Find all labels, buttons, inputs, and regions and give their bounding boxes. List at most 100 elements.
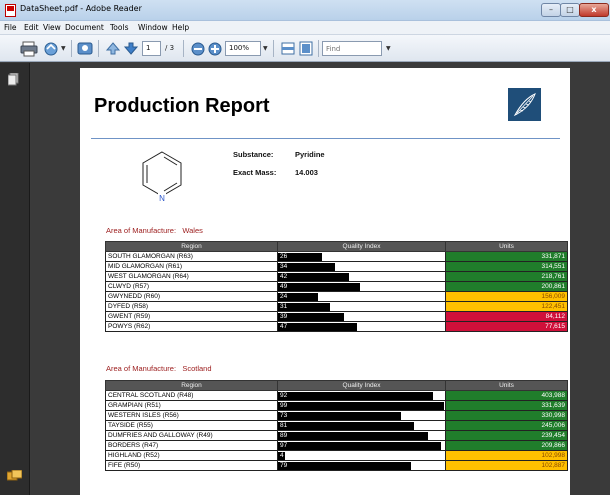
units-cell: 239,454 — [445, 430, 568, 441]
pyridine-structure-diagram: N — [142, 151, 182, 203]
region-cell: CLWYD (R57) — [105, 281, 278, 292]
quality-index-value: 81 — [280, 422, 288, 429]
table-row: FIFE (R50) 79 102,887 — [105, 460, 568, 471]
close-button[interactable]: x — [579, 3, 609, 17]
quality-index-cell: 49 — [277, 281, 446, 292]
share-icon[interactable] — [42, 40, 60, 57]
quality-index-value: 89 — [280, 432, 288, 439]
exact-mass-label: Exact Mass: — [233, 168, 277, 177]
quality-index-cell: 39 — [277, 311, 446, 322]
region-cell: WEST GLAMORGAN (R64) — [105, 271, 278, 282]
nitrogen-atom-label: N — [159, 194, 165, 203]
region-cell: CENTRAL SCOTLAND (R48) — [105, 390, 278, 401]
next-page-icon[interactable] — [122, 40, 140, 57]
quality-index-cell: 92 — [277, 390, 446, 401]
quality-index-column-header: Quality Index — [277, 380, 446, 391]
pages-panel-icon[interactable] — [8, 73, 19, 86]
units-cell: 218,761 — [445, 271, 568, 282]
table-row: GRAMPIAN (R51) 99 331,639 — [105, 400, 568, 411]
quality-index-value: 26 — [280, 253, 288, 260]
units-cell: 77,615 — [445, 321, 568, 332]
collaborate-icon[interactable] — [76, 40, 94, 57]
quality-index-value: 34 — [280, 263, 288, 270]
page-title: Production Report — [94, 95, 270, 117]
units-cell: 330,998 — [445, 410, 568, 421]
zoom-in-icon[interactable] — [206, 40, 224, 57]
region-cell: POWYS (R62) — [105, 321, 278, 332]
quality-index-cell: 99 — [277, 400, 446, 411]
toolbar-separator — [98, 40, 99, 57]
feather-logo — [508, 88, 541, 121]
menu-window[interactable]: Window — [138, 23, 168, 32]
units-column-header: Units — [445, 241, 568, 252]
quality-index-bar — [278, 323, 357, 331]
share-dropdown-icon[interactable]: ▼ — [61, 45, 66, 52]
attachments-icon[interactable] — [7, 470, 22, 482]
find-dropdown-icon[interactable]: ▼ — [386, 45, 391, 52]
quality-index-cell: 34 — [277, 261, 446, 272]
units-cell: 403,988 — [445, 390, 568, 401]
fit-page-icon[interactable] — [297, 40, 315, 57]
table-row: POWYS (R62) 47 77,615 — [105, 321, 568, 332]
quality-index-bar — [278, 273, 349, 281]
table-header-row: Region Quality Index Units — [105, 241, 568, 252]
minimize-button[interactable]: – — [541, 3, 561, 17]
quality-index-value: 4 — [280, 452, 284, 459]
menu-file[interactable]: File — [4, 23, 17, 32]
toolbar-separator — [71, 40, 72, 57]
table-header-row: Region Quality Index Units — [105, 380, 568, 391]
region-cell: GRAMPIAN (R51) — [105, 400, 278, 411]
units-cell: 314,551 — [445, 261, 568, 272]
table-row: GWYNEDD (R60) 24 156,009 — [105, 291, 568, 302]
units-cell: 200,861 — [445, 281, 568, 292]
quality-index-cell: 81 — [277, 420, 446, 431]
quality-index-bar — [278, 412, 401, 420]
wales-table-body: SOUTH GLAMORGAN (R63) 26 331,871 MID GLAMOR… — [105, 251, 568, 332]
quality-index-bar — [278, 422, 415, 430]
table-row: DYFED (R58) 31 122,451 — [105, 301, 568, 312]
maximize-button[interactable]: □ — [560, 3, 580, 17]
zoom-dropdown-icon[interactable]: ▼ — [263, 45, 268, 52]
region-cell: BORDERS (R47) — [105, 440, 278, 451]
quality-index-value: 24 — [280, 293, 288, 300]
quality-index-cell: 26 — [277, 251, 446, 262]
table-row: MID GLAMORGAN (R61) 34 314,551 — [105, 261, 568, 272]
region-cell: HIGHLAND (R52) — [105, 450, 278, 461]
area-label: Area of Manufacture: — [106, 364, 177, 373]
menu-help[interactable]: Help — [172, 23, 189, 32]
zoom-out-icon[interactable] — [189, 40, 207, 57]
units-cell: 122,451 — [445, 301, 568, 312]
table-row: CENTRAL SCOTLAND (R48) 92 403,988 — [105, 390, 568, 401]
quality-index-value: 99 — [280, 402, 288, 409]
find-input[interactable] — [322, 41, 382, 56]
quality-index-value: 92 — [280, 392, 288, 399]
quality-index-value: 79 — [280, 462, 288, 469]
previous-page-icon[interactable] — [104, 40, 122, 57]
toolbar-separator — [273, 40, 274, 57]
print-icon[interactable] — [20, 40, 38, 57]
menu-view[interactable]: View — [43, 23, 61, 32]
wales-production-table: Region Quality Index Units SOUTH GLAMORG… — [105, 241, 568, 332]
menu-tools[interactable]: Tools — [110, 23, 128, 32]
region-cell: TAYSIDE (R55) — [105, 420, 278, 431]
area-value: Scotland — [182, 364, 212, 373]
page-number-input[interactable]: 1 — [142, 41, 161, 56]
region-cell: GWYNEDD (R60) — [105, 291, 278, 302]
toolbar-separator — [183, 40, 184, 57]
area-of-manufacture-wales: Area of Manufacture: Wales — [106, 226, 203, 235]
area-value: Wales — [182, 226, 203, 235]
units-cell: 245,006 — [445, 420, 568, 431]
title-bar: DataSheet.pdf - Adobe Reader – □ x — [0, 0, 610, 21]
table-row: BORDERS (R47) 97 209,866 — [105, 440, 568, 451]
menu-edit[interactable]: Edit — [24, 23, 39, 32]
quality-index-bar — [278, 402, 445, 410]
fit-width-icon[interactable] — [279, 40, 297, 57]
units-cell: 84,112 — [445, 311, 568, 322]
menu-document[interactable]: Document — [65, 23, 104, 32]
zoom-level-input[interactable]: 100% — [225, 41, 261, 56]
quality-index-bar — [278, 313, 344, 321]
quality-index-bar — [278, 442, 441, 450]
units-cell: 209,866 — [445, 440, 568, 451]
quality-index-cell: 31 — [277, 301, 446, 312]
page-total-label: / 3 — [165, 44, 175, 52]
